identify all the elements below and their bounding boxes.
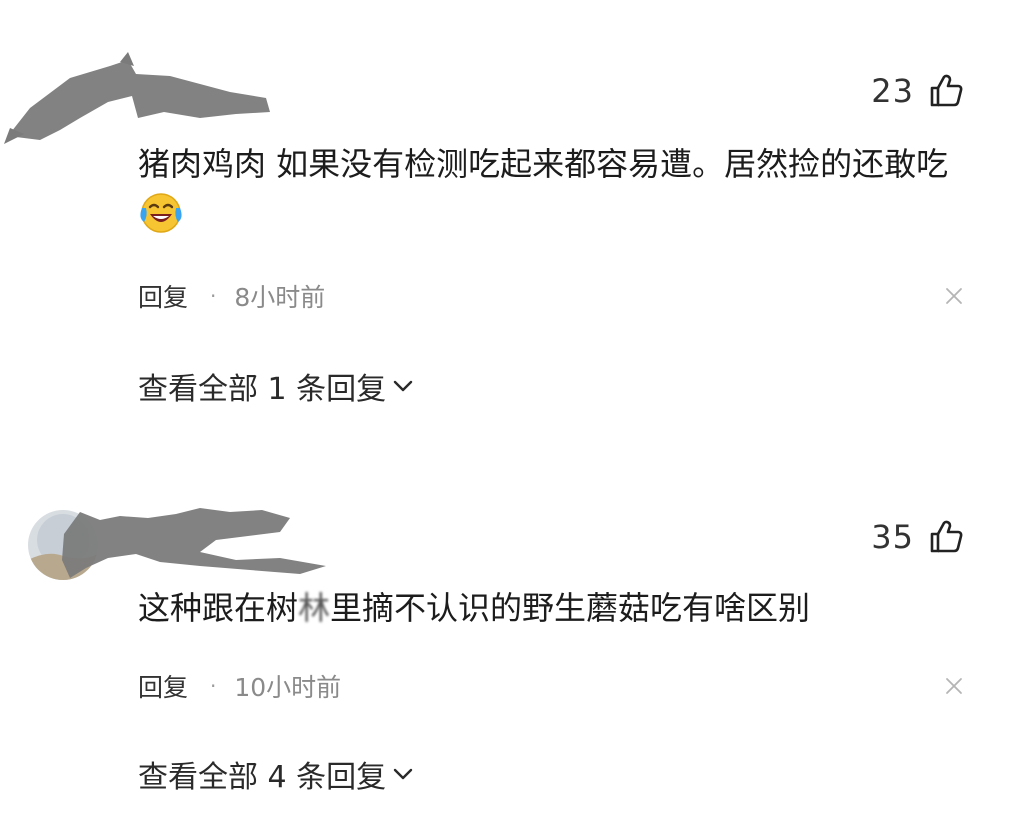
reply-button[interactable]: 回复 (138, 668, 188, 704)
comment-meta: 回复 · 10小时前 (138, 668, 964, 704)
like-control[interactable]: 35 (871, 518, 964, 556)
view-replies-label: 查看全部 4 条回复 (138, 760, 387, 795)
blurred-character: 林 (298, 589, 331, 627)
close-icon[interactable] (944, 676, 964, 696)
comment-text: 这种跟在树林里摘不认识的野生蘑菇吃有啥区别 (138, 582, 968, 634)
comment-item: 35 这种跟在树林里摘不认识的野生蘑菇吃有啥区别 回复 · 10小时前 查看全部… (0, 0, 1010, 838)
like-count: 35 (871, 518, 914, 556)
redacted-username (62, 508, 326, 578)
comment-timestamp: 10小时前 (234, 673, 342, 702)
thumbs-up-icon[interactable] (928, 519, 964, 555)
comment-body-end: 里摘不认识的野生蘑菇吃有啥区别 (330, 589, 811, 627)
chevron-down-icon (393, 768, 413, 780)
view-all-replies-button[interactable]: 查看全部 4 条回复 (138, 752, 414, 796)
comment-body-start: 这种跟在树 (138, 589, 299, 627)
meta-separator: · (210, 674, 217, 698)
